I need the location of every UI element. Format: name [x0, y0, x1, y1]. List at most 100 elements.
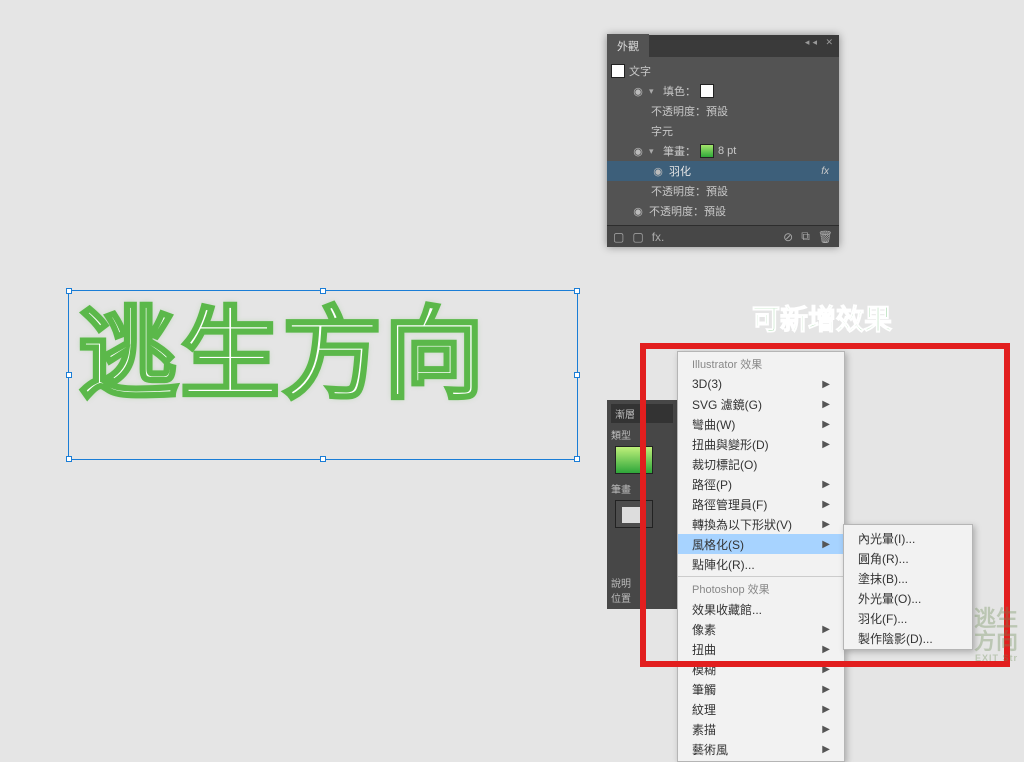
effects-context-menu: Illustrator 效果3D(3)▶SVG 濾鏡(G)▶彎曲(W)▶扭曲與變…	[677, 351, 845, 762]
menu-item[interactable]: 路徑管理員(F)▶	[678, 494, 844, 514]
stylize-submenu: 內光暈(I)...圓角(R)...塗抹(B)...外光暈(O)...羽化(F).…	[843, 524, 973, 650]
trash-icon[interactable]: 🗑	[818, 230, 833, 244]
chevron-right-icon: ▶	[822, 704, 830, 715]
fill-swatch[interactable]	[700, 84, 714, 98]
fx-menu-icon[interactable]: fx.	[652, 230, 665, 244]
submenu-item[interactable]: 圓角(R)...	[844, 547, 972, 567]
row-stroke-opacity[interactable]: 不透明度：預設	[607, 181, 839, 201]
fx-indicator[interactable]: fx	[821, 166, 835, 177]
handle-t[interactable]	[320, 288, 326, 294]
menu-item[interactable]: 轉換為以下形狀(V)▶	[678, 514, 844, 534]
handle-r[interactable]	[574, 372, 580, 378]
handle-b[interactable]	[320, 456, 326, 462]
menu-item-label: 效果收藏館...	[692, 601, 762, 618]
text-type-label: 文字	[629, 63, 651, 79]
watermark-line2: 方向	[974, 629, 1018, 654]
panel-footer: ▢ ▢ fx. ⊘ ⧉ 🗑	[607, 225, 839, 247]
menu-item-label: 裁切標記(O)	[692, 456, 757, 473]
menu-item[interactable]: 點陣化(R)...	[678, 554, 844, 574]
row-feather[interactable]: ◉ 羽化 fx	[607, 161, 839, 181]
panel2-row3: 說明	[611, 575, 673, 590]
gradient-panel-tab[interactable]: 漸層	[611, 404, 673, 423]
row-opacity-bottom[interactable]: ◉ 不透明度：預設	[607, 201, 839, 221]
menu-item[interactable]: 藝術風▶	[678, 739, 844, 759]
opacity-bottom-label: 不透明度：預設	[649, 203, 726, 219]
menu-separator	[678, 576, 844, 577]
watermark: 逃生 方向 EXIT Str	[974, 607, 1018, 663]
chevron-right-icon: ▶	[822, 379, 830, 390]
stack-thumb[interactable]	[615, 500, 653, 528]
menu-item-label: 素描	[692, 721, 716, 738]
row-fill[interactable]: ◉ ▾ 填色：	[607, 81, 839, 101]
watermark-line1: 逃生	[974, 606, 1018, 631]
chevron-right-icon: ▶	[822, 399, 830, 410]
row-text-type[interactable]: 文字	[607, 61, 839, 81]
menu-item[interactable]: 扭曲 ▶	[678, 639, 844, 659]
menu-item[interactable]: 筆觸 ▶	[678, 679, 844, 699]
menu-item[interactable]: 像素▶	[678, 619, 844, 639]
eye-icon[interactable]: ◉	[631, 205, 645, 218]
chevron-right-icon: ▶	[822, 684, 830, 695]
submenu-item[interactable]: 製作陰影(D)...	[844, 627, 972, 647]
menu-item-label: 3D(3)	[692, 377, 722, 391]
chevron-right-icon: ▶	[822, 519, 830, 530]
menu-item-label: 藝術風	[692, 741, 728, 758]
submenu-item[interactable]: 內光暈(I)...	[844, 527, 972, 547]
row-char[interactable]: 字元	[607, 121, 839, 141]
menu-header: Illustrator 效果	[678, 354, 844, 374]
menu-item[interactable]: 彎曲(W) ▶	[678, 414, 844, 434]
handle-bl[interactable]	[66, 456, 72, 462]
menu-item-label: 彎曲(W)	[692, 416, 735, 433]
menu-item-label: SVG 濾鏡(G)	[692, 396, 762, 413]
menu-item[interactable]: 效果收藏館...	[678, 599, 844, 619]
menu-item[interactable]: 模糊▶	[678, 659, 844, 679]
new-stroke-icon[interactable]: ▢	[632, 230, 643, 244]
chevron-right-icon: ▶	[822, 439, 830, 450]
chevron-down-icon[interactable]: ▾	[649, 146, 659, 157]
eye-icon[interactable]: ◉	[631, 85, 645, 98]
eye-icon[interactable]: ◉	[631, 145, 645, 158]
submenu-item[interactable]: 塗抹(B)...	[844, 567, 972, 587]
panel2-row1: 類型	[611, 427, 673, 442]
menu-item[interactable]: 路徑(P) ▶	[678, 474, 844, 494]
fill-label: 填色：	[663, 83, 696, 99]
clear-icon[interactable]: ⊘	[783, 230, 793, 244]
chevron-right-icon: ▶	[822, 499, 830, 510]
chevron-right-icon: ▶	[822, 419, 830, 430]
panel2-row2: 筆畫	[611, 481, 673, 496]
menu-item[interactable]: 紋理▶	[678, 699, 844, 719]
chevron-right-icon: ▶	[822, 479, 830, 490]
chevron-right-icon: ▶	[822, 644, 830, 655]
handle-tr[interactable]	[574, 288, 580, 294]
menu-item-label: 點陣化(R)...	[692, 556, 755, 573]
stroke-swatch[interactable]	[700, 144, 714, 158]
row-fill-opacity[interactable]: 不透明度：預設	[607, 101, 839, 121]
menu-item[interactable]: 風格化(S)▶	[678, 534, 844, 554]
annotation-label: 可新增效果	[752, 298, 892, 338]
menu-item-label: 筆觸	[692, 681, 716, 698]
menu-item-label: 扭曲	[692, 641, 716, 658]
eye-icon[interactable]: ◉	[651, 165, 665, 178]
gradient-thumb[interactable]	[615, 446, 653, 474]
tab-appearance[interactable]: 外觀	[607, 34, 649, 58]
menu-item-label: 模糊	[692, 661, 716, 678]
gradient-panel-partial: 漸層 類型 筆畫 說明 位置	[607, 400, 677, 609]
menu-item[interactable]: 3D(3) ▶	[678, 374, 844, 394]
row-stroke[interactable]: ◉ ▾ 筆畫： 8 pt	[607, 141, 839, 161]
new-fill-icon[interactable]: ▢	[613, 230, 624, 244]
chevron-down-icon[interactable]: ▾	[649, 86, 659, 97]
submenu-item[interactable]: 羽化(F)...	[844, 607, 972, 627]
panel-body: 文字 ◉ ▾ 填色： 不透明度：預設 字元 ◉ ▾ 筆畫： 8 pt ◉ 羽化 …	[607, 57, 839, 225]
handle-br[interactable]	[574, 456, 580, 462]
submenu-item[interactable]: 外光暈(O)...	[844, 587, 972, 607]
duplicate-icon[interactable]: ⧉	[801, 229, 810, 244]
menu-item[interactable]: 裁切標記(O)	[678, 454, 844, 474]
panel-collapse-icon[interactable]: ◂◂ ✕	[805, 37, 836, 48]
handle-l[interactable]	[66, 372, 72, 378]
handle-tl[interactable]	[66, 288, 72, 294]
text-swatch	[611, 64, 625, 78]
menu-item[interactable]: 素描▶	[678, 719, 844, 739]
menu-item[interactable]: SVG 濾鏡(G) ▶	[678, 394, 844, 414]
menu-item[interactable]: 扭曲與變形(D)▶	[678, 434, 844, 454]
menu-item-label: 路徑(P)	[692, 476, 732, 493]
